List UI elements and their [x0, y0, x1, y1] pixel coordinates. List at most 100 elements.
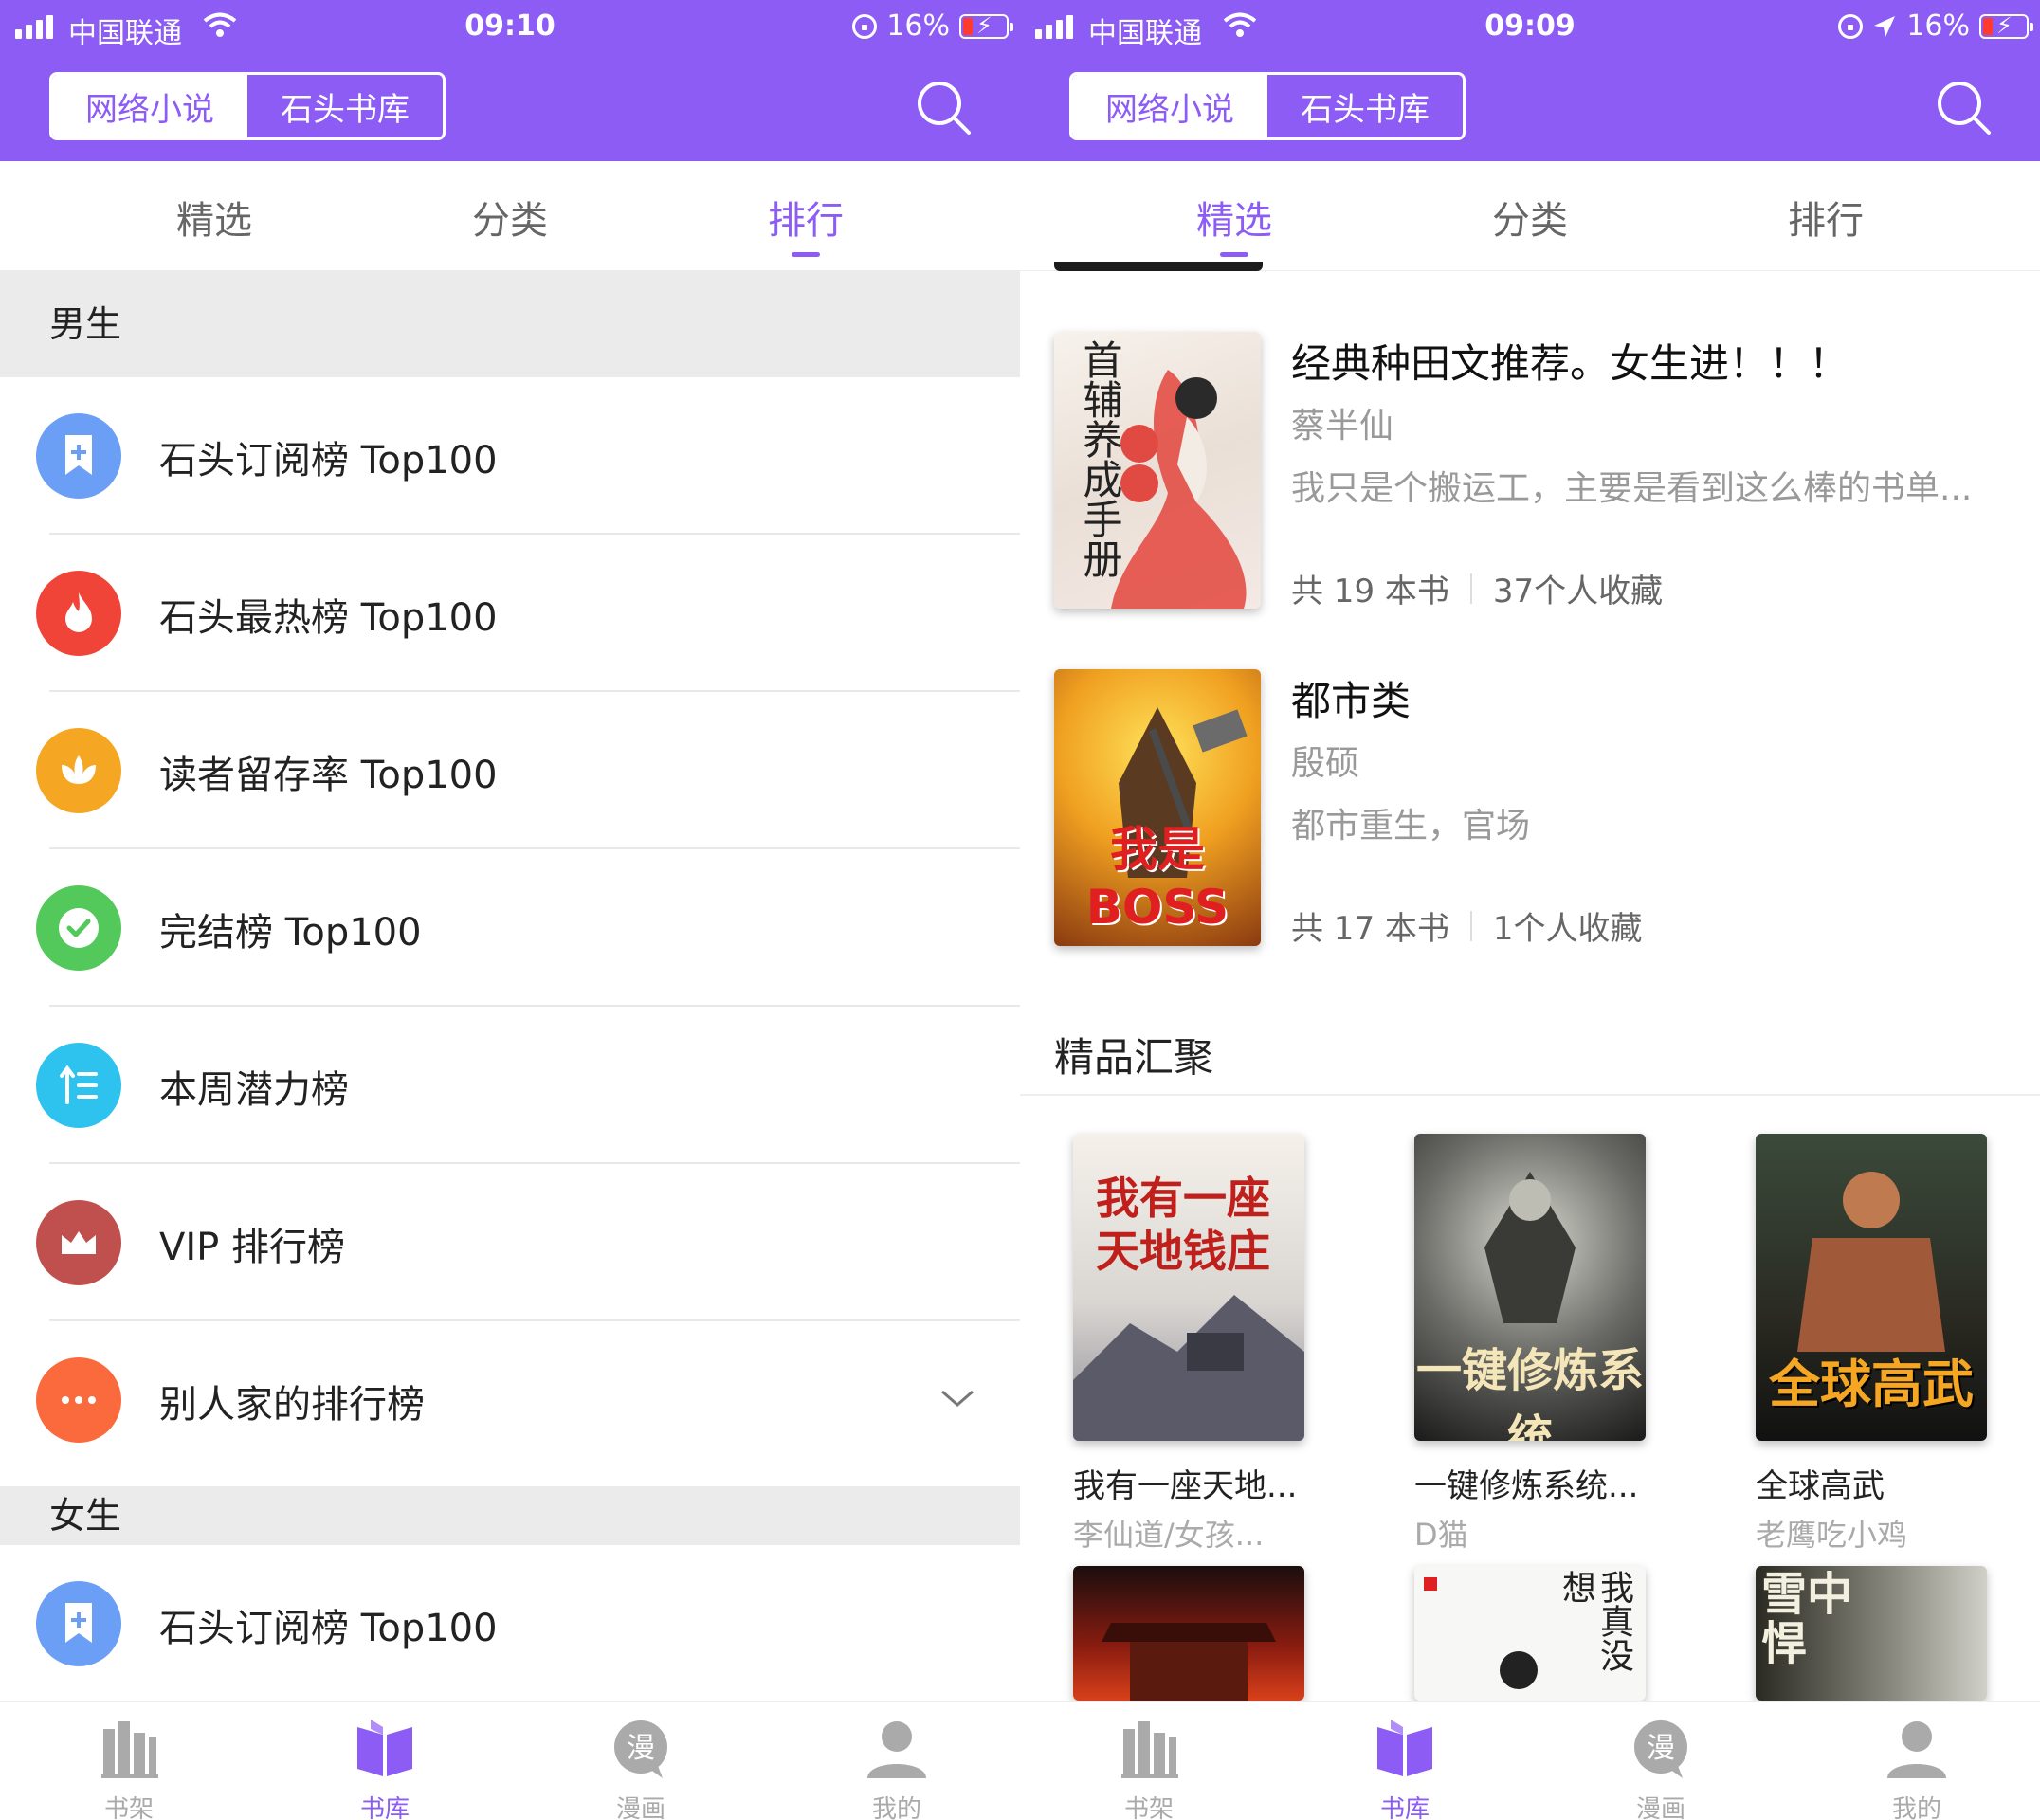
- book-title: 我有一座天地...: [1073, 1467, 1298, 1505]
- segment-stone-library[interactable]: 石头书库: [1267, 75, 1463, 137]
- nav-bookshelf[interactable]: 书架: [1073, 1716, 1225, 1820]
- cover-title: 雪中悍: [1761, 1568, 1853, 1670]
- open-book-icon: [1377, 1720, 1432, 1776]
- book-title: 全球高武: [1756, 1467, 1885, 1505]
- comics-icon: 漫: [614, 1720, 667, 1778]
- book-author: D猫: [1414, 1517, 1468, 1553]
- book-cover: 首辅养成手册: [1054, 332, 1261, 609]
- tab-indicator: [792, 252, 820, 257]
- tab-indicator: [1220, 252, 1248, 257]
- rank-label: VIP 排行榜: [159, 1226, 345, 1269]
- segment-stone-library[interactable]: 石头书库: [247, 75, 443, 137]
- booklist-card[interactable]: 首辅养成手册 经典种田文推荐。女生进！！！ 蔡半仙 我只是个搬运工，主要是看到这…: [1020, 322, 2040, 610]
- rank-row-female-subscription[interactable]: 石头订阅榜 Top100: [0, 1545, 1020, 1702]
- left-screen: 中国联通 09:10 16% ⚡ 网络小说 石头书库 精选 分类 排行 男生 石…: [0, 0, 1020, 1820]
- bottom-nav: 书架 书库 漫 漫画 我的: [0, 1701, 1020, 1820]
- rank-label: 本周潜力榜: [159, 1068, 349, 1112]
- tab-category[interactable]: 分类: [1435, 190, 1625, 245]
- book-cover[interactable]: [1073, 1566, 1304, 1701]
- user-icon: [867, 1721, 926, 1778]
- rank-label: 石头最热榜 Top100: [159, 596, 498, 640]
- svg-text:漫: 漫: [627, 1732, 655, 1765]
- tab-category[interactable]: 分类: [415, 190, 605, 245]
- cover-title: 我是BOSS: [1085, 822, 1229, 935]
- battery-icon: ⚡: [959, 12, 1013, 39]
- tab-featured[interactable]: 精选: [119, 190, 309, 245]
- grid-book[interactable]: 一键修炼系统 一键修炼系统... D猫: [1414, 1134, 1648, 1553]
- battery-percent: 16%: [886, 9, 950, 43]
- book-count: 共 19 本书: [1291, 573, 1449, 610]
- section-header-female: 女生: [0, 1486, 1020, 1545]
- cover-title: 我有一座天地钱庄: [1096, 1173, 1270, 1277]
- booklist-card[interactable]: 我是BOSS 都市类 殷硕 都市重生，官场 共 17 本书 1个人收藏: [1020, 660, 2040, 948]
- orientation-lock-icon: [1838, 13, 1864, 39]
- nav-library[interactable]: 书库: [309, 1716, 461, 1820]
- rank-row-vip[interactable]: VIP 排行榜: [0, 1164, 1020, 1321]
- rank-row-completed[interactable]: 完结榜 Top100: [0, 849, 1020, 1007]
- chevron-down-icon[interactable]: [938, 1384, 976, 1412]
- nav-profile[interactable]: 我的: [1841, 1716, 1993, 1820]
- booklist-title: 都市类: [1291, 678, 1412, 724]
- grid-book[interactable]: 全球高武 全球高武 老鹰吃小鸡: [1756, 1134, 1989, 1553]
- rank-label: 完结榜 Top100: [159, 911, 422, 955]
- rank-row-subscription[interactable]: 石头订阅榜 Top100: [0, 377, 1020, 535]
- booklist-stats: 共 19 本书 37个人收藏: [1291, 565, 1663, 611]
- tab-ranking[interactable]: 排行: [711, 190, 901, 257]
- nav-profile[interactable]: 我的: [821, 1716, 973, 1820]
- rank-label: 石头订阅榜 Top100: [159, 1607, 498, 1650]
- segment-web-novel[interactable]: 网络小说: [52, 75, 247, 137]
- stats-divider: [1469, 573, 1472, 604]
- booklist-desc: 我只是个搬运工，主要是看到这么棒的书单...: [1291, 469, 1973, 508]
- tab-bar: 精选 分类 排行: [1020, 161, 2040, 271]
- rank-row-others[interactable]: 别人家的排行榜: [0, 1321, 1020, 1479]
- booklist-stats: 共 17 本书 1个人收藏: [1291, 902, 1643, 949]
- status-bar: 中国联通 09:10 16% ⚡: [0, 0, 1020, 55]
- segment-web-novel[interactable]: 网络小说: [1072, 75, 1267, 137]
- nav-library[interactable]: 书库: [1329, 1716, 1481, 1820]
- cover-title: 首辅养成手册: [1077, 339, 1123, 578]
- status-bar: 中国联通 09:09 16% ⚡: [1020, 0, 2040, 55]
- rank-row-hottest[interactable]: 石头最热榜 Top100: [0, 535, 1020, 692]
- book-cover[interactable]: 我真没想: [1414, 1566, 1646, 1701]
- nav-comics[interactable]: 漫 漫画: [1585, 1716, 1737, 1820]
- location-icon: [1874, 15, 1896, 37]
- source-switch: 网络小说 石头书库: [49, 72, 446, 140]
- book-cover[interactable]: 雪中悍: [1756, 1566, 1987, 1701]
- search-icon[interactable]: [1934, 78, 1994, 138]
- battery-icon: ⚡: [1979, 12, 2033, 39]
- book-author: 老鹰吃小鸡: [1756, 1517, 1908, 1553]
- bottom-nav: 书架 书库 漫 漫画 我的: [1020, 1701, 2040, 1820]
- nav-comics[interactable]: 漫 漫画: [565, 1716, 717, 1820]
- rank-row-potential[interactable]: 本周潜力榜: [0, 1007, 1020, 1164]
- booklist-author: 蔡半仙: [1291, 407, 1394, 446]
- search-icon[interactable]: [914, 78, 974, 138]
- bookshelf-icon: [1121, 1721, 1178, 1778]
- user-icon: [1887, 1721, 1946, 1778]
- divider: [1020, 1094, 2040, 1096]
- scrolled-cover-edge: [1054, 262, 1263, 271]
- booklist-desc: 都市重生，官场: [1291, 807, 1531, 846]
- right-screen: 中国联通 09:09 16% ⚡ 网络小说 石头书库 精选 分类 排行 首辅养成…: [1020, 0, 2040, 1820]
- tab-ranking[interactable]: 排行: [1731, 190, 1921, 245]
- header: 中国联通 09:09 16% ⚡ 网络小说 石头书库: [1020, 0, 2040, 161]
- grid-book[interactable]: 我有一座天地钱庄 我有一座天地... 李仙道/女孩...: [1073, 1134, 1306, 1553]
- check-icon: [36, 885, 121, 971]
- section-header-male: 男生: [0, 271, 1020, 377]
- comics-icon: 漫: [1634, 1720, 1687, 1778]
- more-icon: [36, 1357, 121, 1443]
- lotus-icon: [36, 728, 121, 813]
- cover-title: 我真没想: [1557, 1570, 1633, 1672]
- svg-text:漫: 漫: [1647, 1732, 1675, 1765]
- section-title: 精品汇聚: [1054, 1034, 1214, 1081]
- rank-row-retention[interactable]: 读者留存率 Top100: [0, 692, 1020, 849]
- cover-title: 一键修炼系统: [1415, 1344, 1644, 1441]
- fav-count: 37个人收藏: [1492, 573, 1664, 610]
- orientation-lock-icon: [852, 13, 878, 39]
- rank-label: 石头订阅榜 Top100: [159, 439, 498, 482]
- tab-featured[interactable]: 精选: [1139, 190, 1329, 257]
- nav-bookshelf[interactable]: 书架: [53, 1716, 205, 1820]
- cover-art: [1102, 1623, 1276, 1701]
- flame-icon: [36, 571, 121, 656]
- stats-divider: [1469, 910, 1472, 941]
- rank-label: 读者留存率 Top100: [159, 754, 498, 797]
